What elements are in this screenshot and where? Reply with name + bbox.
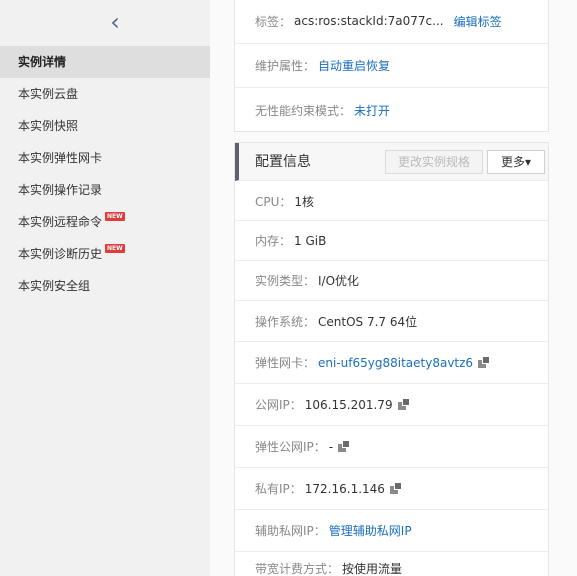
- maintenance-link[interactable]: 自动重启恢复: [318, 57, 390, 74]
- chevron-left-icon[interactable]: ‹: [105, 10, 125, 34]
- copy-icon[interactable]: [389, 482, 403, 495]
- sidebar-item-label: 本实例云盘: [18, 87, 79, 101]
- change-spec-button[interactable]: 更改实例规格: [385, 150, 483, 174]
- sidebar-item-label: 本实例安全组: [18, 279, 91, 293]
- public-ip-row: 公网IP： 106.15.201.79: [235, 384, 548, 426]
- config-info-header: 配置信息 更改实例规格 更多▾: [235, 143, 548, 181]
- os-value: CentOS 7.7 64位: [318, 314, 418, 329]
- config-info-title: 配置信息: [255, 154, 311, 170]
- tags-row: 标签： acs:ros:stackId:7a077c... 编辑标签: [235, 0, 548, 44]
- cpu-row: CPU： 1核: [235, 182, 548, 221]
- os-row: 操作系统： CentOS 7.7 64位: [235, 301, 548, 342]
- eni-label: 弹性网卡：: [255, 356, 316, 370]
- sidebar-item-remote-commands[interactable]: 本实例远程命令 NEW: [0, 206, 210, 238]
- sidebar-item-label: 本实例操作记录: [18, 183, 103, 197]
- eip-label: 弹性公网IP：: [255, 440, 326, 454]
- manage-secondary-ip-link[interactable]: 管理辅助私网IP: [329, 522, 412, 539]
- eni-link[interactable]: eni-uf65yg88itaety8avtz6: [318, 356, 473, 370]
- sidebar-item-label: 实例详情: [18, 55, 67, 69]
- eip-row: 弹性公网IP： -: [235, 426, 548, 468]
- basic-info-card: 标签： acs:ros:stackId:7a077c... 编辑标签 维护属性：…: [234, 0, 549, 132]
- public-ip-value: 106.15.201.79: [304, 397, 393, 412]
- copy-icon[interactable]: [478, 356, 491, 369]
- new-badge: NEW: [105, 212, 125, 221]
- tags-value: acs:ros:stackId:7a077c...: [294, 14, 444, 28]
- sidebar-item-label: 本实例诊断历史: [18, 247, 103, 261]
- copy-icon[interactable]: [397, 398, 411, 411]
- copy-icon[interactable]: [338, 440, 351, 453]
- sidebar-item-instance-details[interactable]: 实例详情: [0, 46, 210, 78]
- sidebar-item-snapshots[interactable]: 本实例快照: [0, 110, 210, 142]
- secondary-private-ip-row: 辅助私网IP： 管理辅助私网IP: [235, 510, 548, 552]
- private-ip-value: 172.16.1.146: [304, 481, 385, 496]
- os-label: 操作系统：: [255, 314, 316, 329]
- sidebar-item-security-groups[interactable]: 本实例安全组: [0, 270, 210, 302]
- memory-row: 内存： 1 GiB: [235, 221, 548, 261]
- cpu-value: 1核: [294, 194, 315, 209]
- cpu-label: CPU：: [255, 194, 292, 209]
- instance-type-value: I/O优化: [318, 274, 360, 288]
- sidebar-item-diagnosis-history[interactable]: 本实例诊断历史 NEW: [0, 238, 210, 270]
- performance-mode-label: 无性能约束模式：: [255, 103, 352, 118]
- instance-type-row: 实例类型： I/O优化: [235, 261, 548, 301]
- bandwidth-billing-row: 带宽计费方式： 按使用流量: [235, 552, 548, 576]
- eni-row: 弹性网卡： eni-uf65yg88itaety8avtz6: [235, 342, 548, 384]
- memory-label: 内存：: [255, 234, 292, 248]
- maintenance-row: 维护属性： 自动重启恢复: [235, 44, 548, 88]
- more-button[interactable]: 更多▾: [487, 150, 545, 174]
- config-info-card: 配置信息 更改实例规格 更多▾ CPU： 1核 内存： 1 GiB 实例类型： …: [234, 142, 549, 576]
- main-content: 标签： acs:ros:stackId:7a077c... 编辑标签 维护属性：…: [210, 0, 577, 576]
- sidebar-item-disks[interactable]: 本实例云盘: [0, 78, 210, 110]
- tags-label: 标签：: [255, 14, 292, 29]
- private-ip-label: 私有IP：: [255, 482, 302, 496]
- new-badge: NEW: [105, 244, 125, 253]
- secondary-private-ip-label: 辅助私网IP：: [255, 524, 326, 538]
- eip-value: -: [328, 439, 334, 454]
- edit-tags-link[interactable]: 编辑标签: [454, 13, 502, 30]
- private-ip-row: 私有IP： 172.16.1.146: [235, 468, 548, 510]
- sidebar: ‹ 实例详情 本实例云盘 本实例快照 本实例弹性网卡 本实例操作记录 本实例远程…: [0, 0, 210, 576]
- performance-mode-link[interactable]: 未打开: [354, 102, 390, 119]
- performance-mode-row: 无性能约束模式： 未打开: [235, 88, 548, 132]
- sidebar-item-label: 本实例弹性网卡: [18, 151, 103, 165]
- sidebar-item-operation-logs[interactable]: 本实例操作记录: [0, 174, 210, 206]
- public-ip-label: 公网IP：: [255, 398, 302, 412]
- sidebar-item-label: 本实例快照: [18, 119, 79, 133]
- bandwidth-billing-value: 按使用流量: [342, 562, 403, 576]
- bandwidth-billing-label: 带宽计费方式：: [255, 562, 340, 576]
- sidebar-item-label: 本实例远程命令: [18, 215, 103, 229]
- sidebar-item-enis[interactable]: 本实例弹性网卡: [0, 142, 210, 174]
- instance-type-label: 实例类型：: [255, 274, 316, 288]
- maintenance-label: 维护属性：: [255, 59, 316, 73]
- memory-value: 1 GiB: [294, 233, 327, 248]
- app-root: ‹ 实例详情 本实例云盘 本实例快照 本实例弹性网卡 本实例操作记录 本实例远程…: [0, 0, 577, 576]
